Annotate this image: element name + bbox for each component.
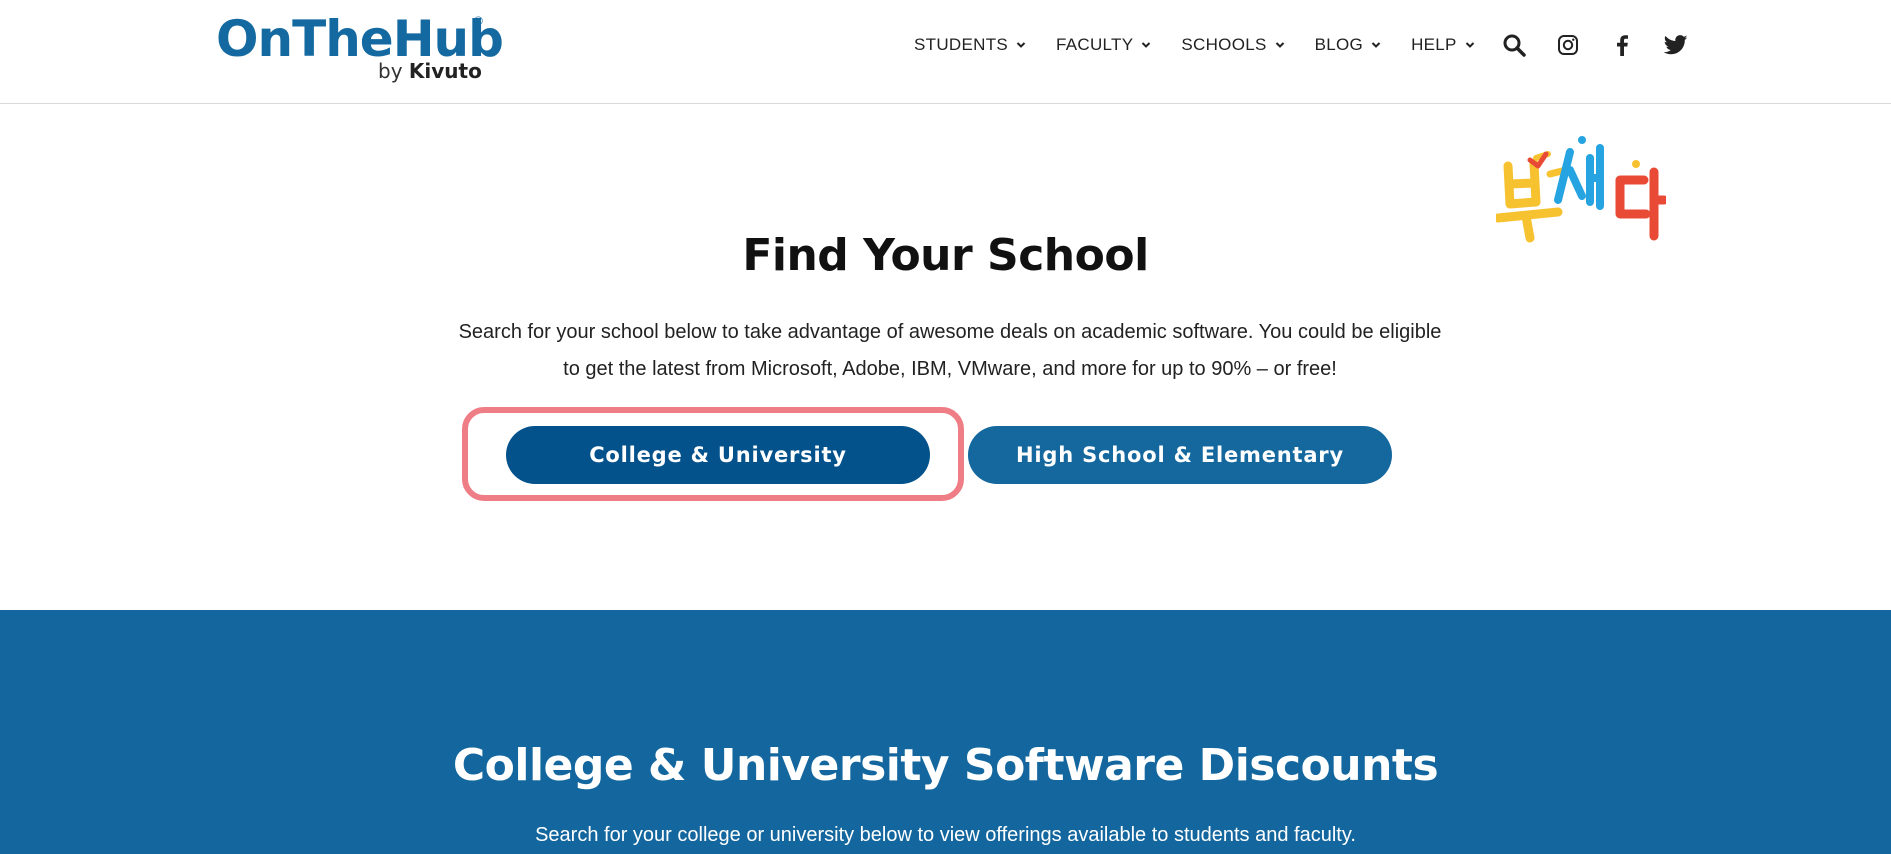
nav-blog[interactable]: BLOG (1315, 35, 1381, 55)
nav-students[interactable]: STUDENTS (914, 35, 1026, 55)
nav-schools-label: SCHOOLS (1181, 35, 1267, 54)
site-header: OnTheHub ® by Kivuto STUDENTS FACULTY SC… (0, 0, 1891, 104)
nav-students-label: STUDENTS (914, 35, 1009, 54)
chevron-down-icon (1016, 42, 1026, 48)
chevron-down-icon (1465, 42, 1474, 48)
chevron-down-icon (1142, 42, 1151, 48)
logo-by: by (378, 59, 403, 83)
nav-faculty-label: FACULTY (1056, 35, 1134, 54)
logo-brand: Kivuto (408, 59, 482, 83)
chevron-down-icon (1371, 42, 1381, 48)
find-school-description: Search for your school below to take adv… (458, 321, 1442, 380)
onthehub-logo[interactable]: OnTheHub ® by Kivuto (216, 10, 504, 83)
logo-registered-mark: ® (474, 14, 483, 28)
college-university-button[interactable]: College & University (506, 426, 930, 484)
nav-faculty[interactable]: FACULTY (1056, 35, 1151, 55)
search-icon[interactable] (1501, 32, 1527, 58)
college-discounts-description: Search for your college or university be… (535, 824, 1356, 846)
main-nav: STUDENTS FACULTY SCHOOLS BLOG HELP (914, 30, 1689, 60)
find-school-heading: Find Your School (742, 230, 1149, 281)
high-school-elementary-button[interactable]: High School & Elementary (968, 426, 1392, 484)
college-discounts-section: College & University Software Discounts … (0, 610, 1891, 854)
nav-schools[interactable]: SCHOOLS (1181, 35, 1284, 55)
nav-help[interactable]: HELP (1411, 35, 1475, 55)
college-discounts-heading: College & University Software Discounts (452, 740, 1439, 791)
chevron-down-icon (1275, 42, 1284, 48)
nav-help-label: HELP (1411, 35, 1457, 54)
logo-byline: by Kivuto (378, 59, 482, 83)
facebook-icon[interactable] (1609, 32, 1635, 58)
twitter-icon[interactable] (1663, 32, 1689, 58)
nav-blog-label: BLOG (1314, 35, 1364, 54)
instagram-icon[interactable] (1555, 32, 1581, 58)
